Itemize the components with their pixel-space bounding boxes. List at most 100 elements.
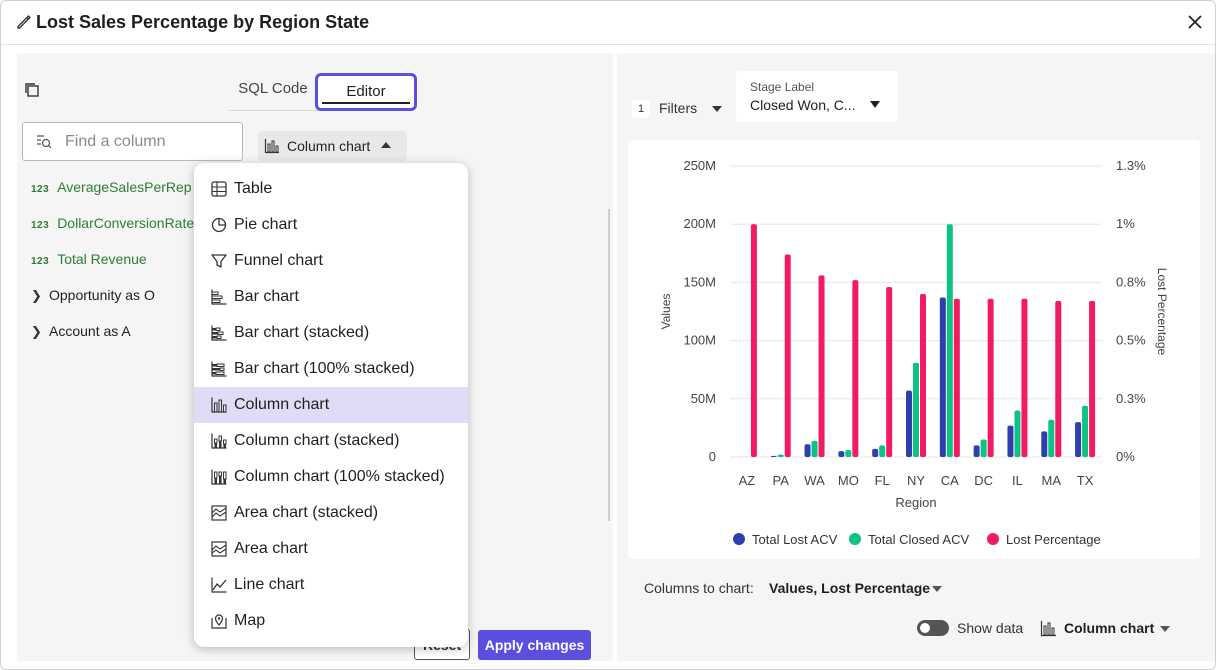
menu-item-column-chart[interactable]: Column chart xyxy=(194,387,468,423)
tree-item-opportunity[interactable]: ❯ Opportunity as O xyxy=(31,287,155,311)
bar xyxy=(879,445,886,457)
menu-item-label: Table xyxy=(234,180,273,197)
menu-item-label: Area chart xyxy=(234,540,308,557)
x-tick-label: PA xyxy=(773,473,790,488)
menu-item-bar-chart-stacked[interactable]: Bar chart (stacked) xyxy=(194,315,468,351)
chart-type-select[interactable]: Column chart xyxy=(258,131,407,161)
bar xyxy=(784,254,791,457)
menu-item-pie-chart[interactable]: Pie chart xyxy=(194,207,468,243)
column-item-label: AverageSalesPerRep xyxy=(57,179,192,195)
scrollbar[interactable] xyxy=(608,209,610,521)
copy-icon[interactable] xyxy=(23,81,41,99)
menu-item-label: Column chart (stacked) xyxy=(234,432,400,449)
menu-item-bar-chart[interactable]: Bar chart xyxy=(194,279,468,315)
menu-item-area-chart-stacked[interactable]: Area chart (stacked) xyxy=(194,495,468,531)
show-data-toggle[interactable] xyxy=(917,620,949,636)
column-search xyxy=(22,122,243,161)
x-tick-label: FL xyxy=(875,473,890,488)
column-chart-icon xyxy=(264,139,279,154)
x-tick-label: DC xyxy=(974,473,993,488)
menu-item-line-chart[interactable]: Line chart xyxy=(194,567,468,603)
column-item-dollar-conversion-rate[interactable]: 123 DollarConversionRate xyxy=(31,215,194,239)
map-icon xyxy=(211,614,227,629)
y-tick-label: 150M xyxy=(683,274,716,289)
number-type-icon: 123 xyxy=(31,220,50,231)
legend-label: Total Closed ACV xyxy=(868,532,969,547)
stage-filter-value: Closed Won, C... xyxy=(750,97,856,113)
bar xyxy=(939,297,946,457)
column-100-stacked-icon xyxy=(211,469,227,485)
x-tick-label: NY xyxy=(907,473,925,488)
x-tick-label: CA xyxy=(941,473,959,488)
search-input[interactable] xyxy=(65,131,235,153)
columns-to-chart-label: Columns to chart: xyxy=(644,580,754,596)
bar xyxy=(1021,298,1028,457)
bar xyxy=(1007,425,1014,457)
y2-tick-label: 0.3% xyxy=(1116,391,1146,406)
filter-count-badge: 1 xyxy=(632,100,650,118)
bar xyxy=(886,287,893,457)
columns-to-chart-select[interactable]: Values, Lost Percentage xyxy=(769,580,930,596)
area-stacked-icon xyxy=(211,505,227,521)
column-item-label: Total Revenue xyxy=(57,251,147,267)
search-icon xyxy=(37,135,52,149)
menu-item-label: Funnel chart xyxy=(234,252,323,269)
column-item-label: DollarConversionRate xyxy=(57,215,195,231)
tab-sql-code[interactable]: SQL Code xyxy=(229,73,317,111)
y2-axis-title: Lost Percentage xyxy=(1155,268,1169,356)
menu-item-label: Column chart (100% stacked) xyxy=(234,468,445,485)
filters-button[interactable]: Filters xyxy=(659,100,697,116)
x-tick-label: TX xyxy=(1077,473,1094,488)
bottom-chart-type-select[interactable]: Column chart xyxy=(1040,618,1174,640)
menu-item-label: Area chart (stacked) xyxy=(234,504,379,521)
menu-item-funnel-chart[interactable]: Funnel chart xyxy=(194,243,468,279)
chart-type-select-label: Column chart xyxy=(287,138,371,154)
menu-item-table[interactable]: Table xyxy=(194,171,468,207)
pencil-icon[interactable] xyxy=(15,13,33,31)
stage-label-filter[interactable]: Stage Label Closed Won, C... xyxy=(736,71,898,122)
menu-item-column-chart-stacked[interactable]: Column chart (stacked) xyxy=(194,423,468,459)
y-tick-label: 250M xyxy=(683,158,716,173)
x-tick-label: MA xyxy=(1042,473,1062,488)
x-axis-title: Region xyxy=(895,495,936,510)
legend-label: Lost Percentage xyxy=(1006,532,1101,547)
y2-tick-label: 0.8% xyxy=(1116,274,1146,289)
menu-item-label: Pie chart xyxy=(234,216,298,233)
menu-item-map[interactable]: Map xyxy=(194,603,468,639)
bar-stacked-icon xyxy=(211,325,227,341)
x-tick-label: MO xyxy=(838,473,859,488)
menu-item-label: Bar chart xyxy=(234,288,299,305)
bar xyxy=(953,298,960,457)
tab-editor[interactable]: Editor xyxy=(315,73,417,111)
x-tick-label: AZ xyxy=(739,473,756,488)
bar xyxy=(1082,405,1089,457)
chevron-down-icon[interactable] xyxy=(932,586,942,592)
menu-item-area-chart[interactable]: Area chart xyxy=(194,531,468,567)
modal-title: Lost Sales Percentage by Region State xyxy=(36,12,370,32)
area-chart-icon xyxy=(211,541,227,557)
close-icon[interactable] xyxy=(1185,12,1205,32)
y2-tick-label: 1.3% xyxy=(1116,158,1146,173)
column-item-average-sales-per-rep[interactable]: 123 AverageSalesPerRep xyxy=(31,179,192,203)
menu-item-column-chart-100-stacked[interactable]: Column chart (100% stacked) xyxy=(194,459,468,495)
chart-card: 0 0% 50M 0.3% 100M 0.5% 150M 0.8% 200M 1% 250M 1.3%… xyxy=(628,140,1200,559)
bottom-chart-type-label: Column chart xyxy=(1064,620,1155,636)
chevron-down-icon xyxy=(1160,626,1170,632)
bar xyxy=(1048,419,1055,457)
tree-item-account[interactable]: ❯ Account as A xyxy=(31,323,131,347)
column-chart: 0 0% 50M 0.3% 100M 0.5% 150M 0.8% 200M 1% 250M 1.3%… xyxy=(659,158,1169,547)
bar xyxy=(973,445,980,457)
chevron-right-icon[interactable]: ❯ xyxy=(31,324,49,340)
column-stacked-icon xyxy=(211,433,227,449)
column-item-total-revenue[interactable]: 123 Total Revenue xyxy=(31,251,147,275)
y2-tick-label: 0% xyxy=(1116,449,1135,464)
menu-item-bar-chart-100-stacked[interactable]: Bar chart (100% stacked) xyxy=(194,351,468,387)
bar xyxy=(1075,422,1082,457)
bar-100-stacked-icon xyxy=(211,361,227,377)
chevron-down-icon[interactable] xyxy=(712,106,722,112)
chevron-right-icon[interactable]: ❯ xyxy=(31,288,49,304)
legend-marker xyxy=(733,533,745,545)
apply-changes-button[interactable]: Apply changes xyxy=(478,630,591,660)
bar xyxy=(777,454,784,457)
legend-marker xyxy=(849,533,861,545)
